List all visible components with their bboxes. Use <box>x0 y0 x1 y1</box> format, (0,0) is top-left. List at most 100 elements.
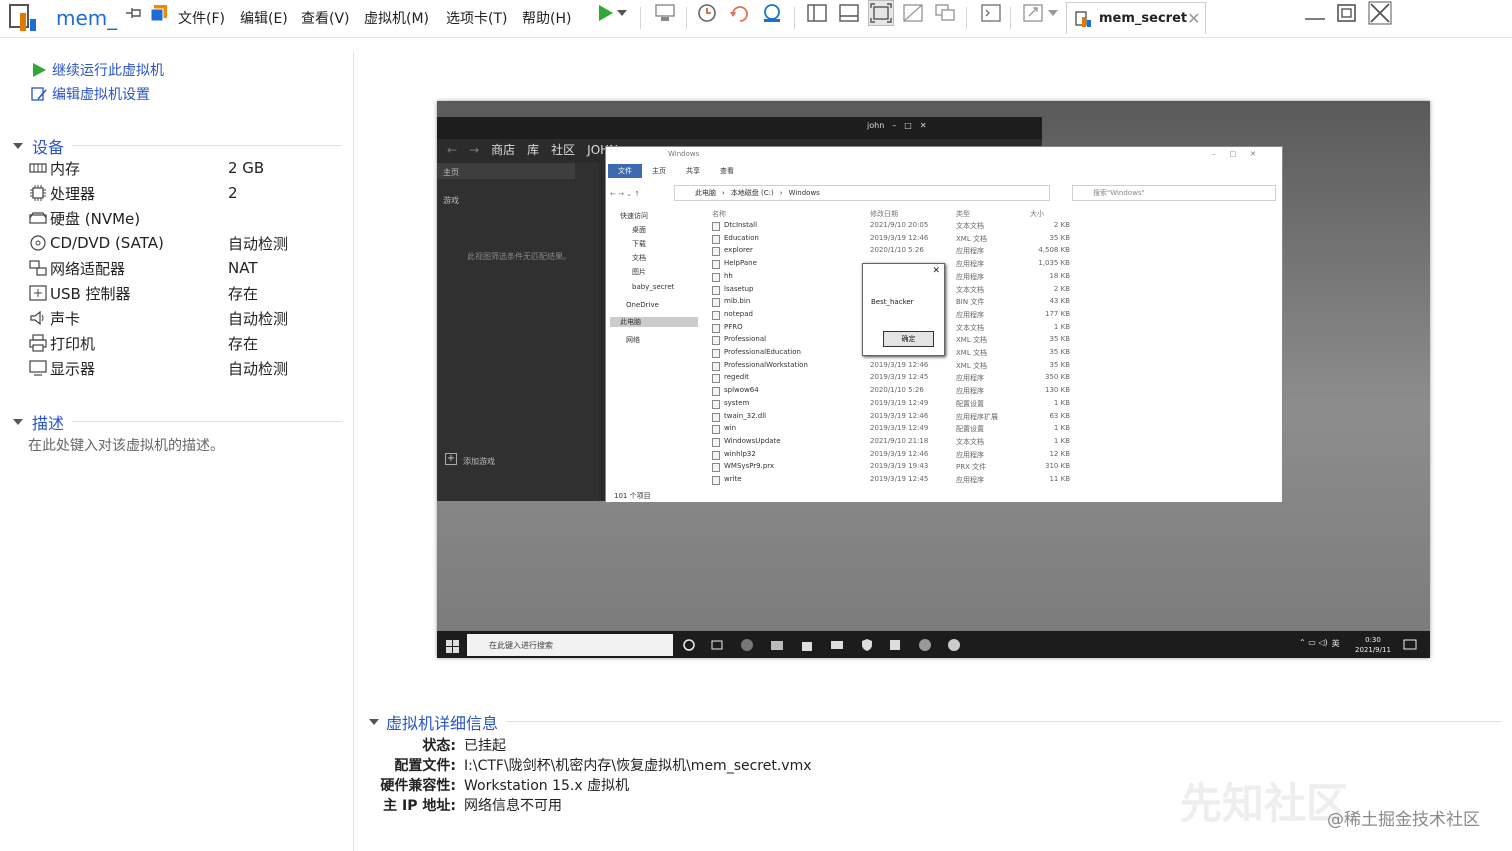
play-icon <box>33 63 46 77</box>
task-view-icon <box>710 637 724 651</box>
console-view-icon[interactable] <box>932 0 958 26</box>
path-this-pc: 此电脑 <box>695 189 716 197</box>
device-row-usb[interactable]: USB 控制器 存在 <box>28 281 348 305</box>
maximize-icon[interactable] <box>1334 0 1360 26</box>
device-row-sound[interactable]: 声卡 自动检测 <box>28 306 348 330</box>
file-row: Professional XML 文档 35 KB <box>710 335 1270 347</box>
device-row-disk[interactable]: 硬盘 (NVMe) <box>28 206 348 230</box>
tray-icons: ⌃ ▭ ◁) <box>1299 638 1328 647</box>
device-row-network[interactable]: 网络适配器 NAT <box>28 256 348 280</box>
file-type: 应用程序 <box>956 450 984 459</box>
show-library-icon[interactable] <box>804 0 830 26</box>
file-explorer-icon <box>770 637 784 651</box>
thumbnail-bar-icon[interactable] <box>836 0 862 26</box>
full-screen-icon[interactable] <box>868 0 894 26</box>
explorer-address-row: ← → ⌄ ↑ 此电脑 › 本地磁盘 (C:) › Windows 搜索"Windo… <box>610 185 1278 203</box>
resume-vm-link[interactable]: 继续运行此虚拟机 <box>30 60 164 80</box>
device-row-printer[interactable]: 打印机 存在 <box>28 331 348 355</box>
revert-snapshot-icon[interactable] <box>727 0 753 26</box>
minimize-icon[interactable] <box>1302 0 1328 26</box>
unity-icon[interactable] <box>900 0 926 26</box>
state-label: 状态: <box>422 738 456 754</box>
menu-view[interactable]: 查看(V) <box>301 0 350 36</box>
toolbar-divider <box>966 7 967 29</box>
file-icon <box>712 310 720 320</box>
steam-games: 游戏 <box>443 196 459 205</box>
nav-arrows-icon: ← → ⌄ ↑ <box>610 190 641 198</box>
watermark-logo: 先知社区 <box>1180 779 1349 828</box>
chevron-down-icon[interactable] <box>1046 0 1060 26</box>
devices-title: 设备 <box>32 138 65 157</box>
device-name: CD/DVD (SATA) <box>50 234 164 252</box>
file-type: 配置设置 <box>956 399 984 408</box>
dialog-message: Best_hacker <box>871 298 914 306</box>
file-size: 310 KB <box>1045 462 1070 471</box>
file-type: BIN 文件 <box>956 298 985 307</box>
file-date: 2019/3/19 12:49 <box>870 424 929 433</box>
file-icon <box>712 450 720 460</box>
vm-screen-preview[interactable]: john – □ ✕ ← → 商店 库 社区 JOHN 主页 游戏 此视图筛选条… <box>437 101 1430 658</box>
menu-file[interactable]: 文件(F) <box>178 0 225 36</box>
description-field[interactable]: 在此处键入对该虚拟机的描述。 <box>28 435 224 455</box>
compat-value: Workstation 15.x 虚拟机 <box>464 778 630 794</box>
stretch-icon[interactable] <box>1020 0 1046 26</box>
snapshot-icon[interactable] <box>694 0 720 26</box>
cdrom-icon <box>28 233 48 253</box>
chevron-down-icon[interactable] <box>614 0 630 26</box>
file-row: winhlp32 2019/3/19 12:46 应用程序 12 KB <box>710 450 1270 462</box>
file-row: write 2019/3/19 12:45 应用程序 11 KB <box>710 475 1270 487</box>
edit-settings-link[interactable]: 编辑虚拟机设置 <box>30 84 150 104</box>
library-icon[interactable] <box>146 0 172 26</box>
tab-vm[interactable]: mem_secret ✕ <box>1066 2 1206 34</box>
file-size: 12 KB <box>1049 449 1070 458</box>
file-date: 2019/3/19 12:45 <box>870 373 929 382</box>
device-row-display[interactable]: 显示器 自动检测 <box>28 356 348 380</box>
menu-edit[interactable]: 编辑(E) <box>240 0 288 36</box>
nav-this-pc: 此电脑 <box>610 317 698 327</box>
file-row: lsasetup 文本文档 2 KB <box>710 285 1270 297</box>
resume-vm-label: 继续运行此虚拟机 <box>52 63 164 79</box>
file-type: 应用程序 <box>956 374 984 383</box>
vm-details-header[interactable]: 虚拟机详细信息 <box>368 710 498 734</box>
file-size: 1 KB <box>1053 436 1070 445</box>
description-section-header[interactable]: 描述 <box>12 410 342 434</box>
file-size: 35 KB <box>1049 348 1070 356</box>
vmware-logo <box>8 0 48 36</box>
file-name: twain_32.dll <box>724 411 767 420</box>
file-row: PFRO 文本文档 1 KB <box>710 323 1270 335</box>
file-row: regedit 2019/3/19 12:45 应用程序 350 KB <box>710 373 1270 385</box>
section-divider <box>72 145 342 146</box>
device-row-cpu[interactable]: 处理器 2 <box>28 181 348 205</box>
explorer-titlebar: Windows –□✕ <box>606 147 1282 161</box>
file-name: regedit <box>724 373 749 382</box>
file-size: 350 KB <box>1045 373 1070 382</box>
file-icon <box>712 323 720 333</box>
windows-start-icon <box>446 638 459 657</box>
file-size: 35 KB <box>1049 360 1070 369</box>
steam-user: john <box>867 121 885 130</box>
terminal-icon[interactable] <box>978 0 1004 26</box>
menu-tabs[interactable]: 选项卡(T) <box>446 0 507 36</box>
file-type: XML 文档 <box>956 361 987 370</box>
file-size: 1 KB <box>1053 322 1070 331</box>
file-icon <box>712 374 720 384</box>
ip-value: 网络信息不可用 <box>464 798 562 814</box>
device-value: 存在 <box>228 284 259 303</box>
menu-vm[interactable]: 虚拟机(M) <box>364 0 429 36</box>
explorer-file-list: 名称 修改日期 类型 大小 DtcInstall 2021/9/10 20:05 文… <box>710 207 1270 487</box>
menu-help[interactable]: 帮助(H) <box>522 0 571 36</box>
device-name: USB 控制器 <box>50 284 131 303</box>
close-icon[interactable]: ✕ <box>1187 9 1200 28</box>
device-row-memory[interactable]: 内存 2 GB <box>28 156 348 180</box>
device-value: NAT <box>228 259 258 277</box>
pin-icon[interactable] <box>120 0 146 26</box>
close-window-icon[interactable] <box>1367 0 1393 26</box>
send-ctrl-alt-del-icon[interactable] <box>652 0 678 26</box>
steam-icon <box>947 637 961 651</box>
snapshot-manager-icon[interactable] <box>759 0 785 26</box>
file-type: 文本文档 <box>956 437 984 446</box>
file-size: 11 KB <box>1049 475 1070 483</box>
explorer-ribbon: 文件 主页 共享 查看 <box>606 163 1282 179</box>
device-row-cdrom[interactable]: CD/DVD (SATA) 自动检测 <box>28 231 348 255</box>
devices-section-header[interactable]: 设备 <box>12 134 342 158</box>
